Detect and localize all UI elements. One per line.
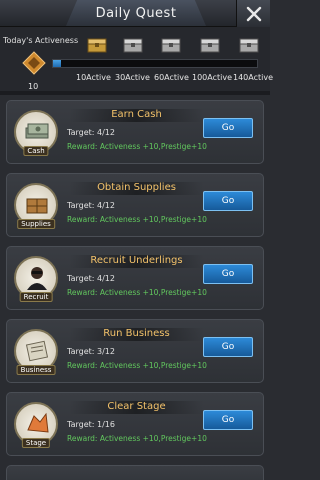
activeness-label: Today's Activeness xyxy=(3,36,79,45)
stage-icon xyxy=(27,412,49,433)
quest-title: Obtain Supplies xyxy=(69,182,204,195)
recruit-icon xyxy=(27,267,47,290)
quest-reward: Reward: Activeness +10,Prestige+10 xyxy=(67,361,207,370)
quest-reward: Reward: Activeness +10,Prestige+10 xyxy=(67,434,207,443)
quest-icon: Recruit xyxy=(14,256,58,302)
divider xyxy=(0,91,270,95)
quest-icon: Supplies xyxy=(14,183,58,229)
quest-target: Target: 4/12 xyxy=(67,128,115,137)
quest-target: Target: 3/12 xyxy=(67,347,115,356)
quest-reward: Reward: Activeness +10,Prestige+10 xyxy=(67,288,207,297)
quest-card-earn-cash: Cash Earn Cash Target: 4/12 Reward: Acti… xyxy=(6,100,264,164)
activeness-value: 10 xyxy=(28,82,39,91)
milestone-label: 60Active xyxy=(154,73,189,82)
activeness-progress-bar xyxy=(52,59,258,68)
chest-icon[interactable] xyxy=(199,37,221,53)
quest-card-recruit-underlings: Recruit Recruit Underlings Target: 4/12 … xyxy=(6,246,264,310)
chest-icon[interactable] xyxy=(122,37,144,53)
milestone-label: 30Active xyxy=(115,73,150,82)
milestone-label: 100Active xyxy=(192,73,233,82)
quest-reward: Reward: Activeness +10,Prestige+10 xyxy=(67,215,207,224)
quest-target: Target: 1/16 xyxy=(67,420,115,429)
activeness-panel: Today's Activeness 10 10Active 30Active … xyxy=(0,27,274,91)
go-button[interactable]: Go xyxy=(203,118,253,138)
go-button[interactable]: Go xyxy=(203,191,253,211)
quest-title: Earn Cash xyxy=(69,109,204,122)
chest-icon[interactable] xyxy=(160,37,182,53)
quest-title: Clear Stage xyxy=(69,401,204,414)
activeness-progress-fill xyxy=(53,60,62,67)
page-title: Daily Quest xyxy=(66,0,206,26)
quest-icon-caption: Business xyxy=(16,365,56,375)
quest-icon: Business xyxy=(14,329,58,375)
close-icon xyxy=(246,6,261,21)
header-bar: Daily Quest xyxy=(0,0,270,27)
quest-icon-caption: Stage xyxy=(21,438,51,448)
quest-target: Target: 4/12 xyxy=(67,274,115,283)
quest-icon: Stage xyxy=(14,402,58,448)
go-button[interactable]: Go xyxy=(203,337,253,357)
go-button[interactable]: Go xyxy=(203,264,253,284)
go-button[interactable]: Go xyxy=(203,410,253,430)
quest-icon-caption: Recruit xyxy=(19,292,53,302)
quest-card-partial xyxy=(6,465,264,480)
quest-title: Recruit Underlings xyxy=(69,255,204,268)
quest-card-obtain-supplies: Supplies Obtain Supplies Target: 4/12 Re… xyxy=(6,173,264,237)
chest-icon[interactable] xyxy=(238,37,260,53)
business-icon xyxy=(25,340,49,362)
milestone-label: 10Active xyxy=(76,73,111,82)
quest-target: Target: 4/12 xyxy=(67,201,115,210)
chest-icon[interactable] xyxy=(86,37,108,53)
cash-icon xyxy=(25,123,49,139)
supplies-icon xyxy=(26,198,48,214)
close-button[interactable] xyxy=(236,0,270,27)
quest-title: Run Business xyxy=(69,328,204,341)
quest-icon-caption: Supplies xyxy=(17,219,55,229)
quest-card-run-business: Business Run Business Target: 3/12 Rewar… xyxy=(6,319,264,383)
milestone-label: 140Active xyxy=(233,73,274,82)
quest-icon-caption: Cash xyxy=(23,146,49,156)
quest-icon: Cash xyxy=(14,110,58,156)
quest-reward: Reward: Activeness +10,Prestige+10 xyxy=(67,142,207,151)
activeness-badge-icon xyxy=(22,51,46,75)
quest-card-clear-stage: Stage Clear Stage Target: 1/16 Reward: A… xyxy=(6,392,264,456)
